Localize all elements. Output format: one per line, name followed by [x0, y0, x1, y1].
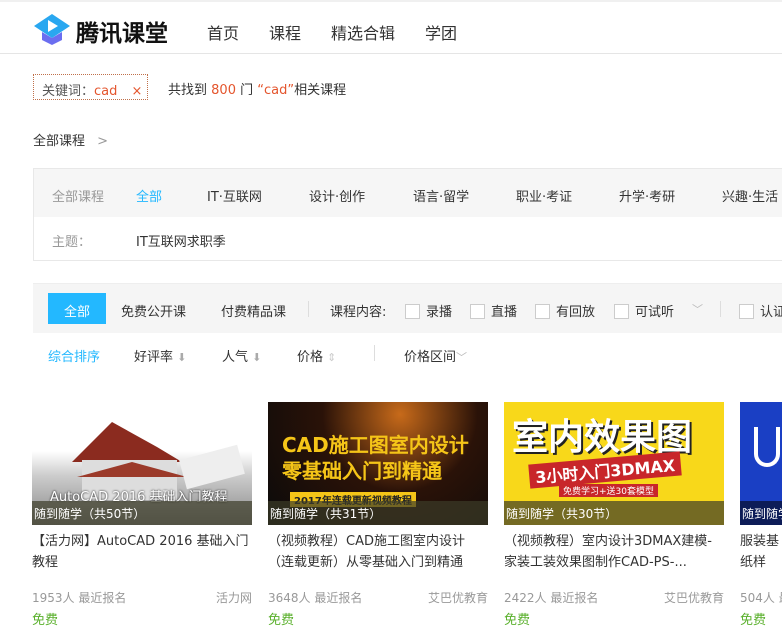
breadcrumb-all[interactable]: 全部课程: [33, 134, 85, 149]
chevron-down-icon: ﹀: [456, 351, 468, 364]
course-title[interactable]: （视频教程）CAD施工图室内设计（连载更新）从零基础入门到精通: [268, 531, 488, 575]
checkbox-live[interactable]: 直播: [470, 301, 517, 320]
keyword-value: cad: [94, 84, 118, 99]
course-org[interactable]: 艾巴优教育: [664, 589, 724, 606]
header: 腾讯课堂 首页 课程 精选合辑 学团: [0, 0, 782, 54]
lesson-badge: 随到随学（共31节）: [268, 501, 488, 525]
arrow-down-icon: ⬇: [252, 351, 262, 364]
course-thumbnail[interactable]: 室内效果图 3小时入门3DMAX 免费学习+送30套模型 随到随学（共30节）: [504, 402, 724, 525]
breadcrumb-sep: >: [97, 134, 109, 149]
thumbnail-text: CAD施工图室内设计 零基础入门到精通: [282, 433, 469, 483]
result-suffix: 相关课程: [294, 83, 347, 98]
sort-default[interactable]: 综合排序: [48, 346, 100, 365]
result-count: 800: [211, 83, 236, 98]
course-title[interactable]: 服装基纸样CA: [740, 531, 782, 575]
course-title[interactable]: （视频教程）室内设计3DMAX建模-家装工装效果图制作CAD-PS-...: [504, 531, 724, 575]
nav-home[interactable]: 首页: [207, 20, 239, 44]
course-price: 免费: [740, 613, 767, 628]
course-price: 免费: [268, 613, 295, 628]
divider: [374, 345, 375, 361]
arrow-down-icon: ⬇: [177, 351, 187, 364]
course-thumbnail[interactable]: CAD施工图室内设计 零基础入门到精通 2017年连载更新视频教程 随到随学（共…: [268, 402, 488, 525]
course-org[interactable]: 活力网: [216, 589, 252, 606]
category-it[interactable]: IT·互联网: [207, 186, 262, 205]
sort-popularity[interactable]: 人气 ⬇: [222, 346, 261, 365]
enrolled-count: 504人 最: [740, 591, 782, 605]
divider: [308, 301, 309, 317]
sort-price[interactable]: 价格 ⇕: [297, 346, 336, 365]
course-title[interactable]: 【活力网】AutoCAD 2016 基础入门教程: [32, 531, 252, 575]
thumbnail-promo: 免费学习+送30套模型: [559, 484, 658, 497]
topic-it-jobs[interactable]: IT互联网求职季: [136, 231, 226, 250]
result-summary: 共找到 800 门 “cad”相关课程: [168, 79, 346, 98]
lesson-badge: 随到随学: [740, 501, 782, 525]
nav-collections[interactable]: 精选合辑: [331, 20, 395, 44]
checkbox-trial[interactable]: 可试听: [614, 301, 674, 320]
course-card[interactable]: 随到随学 服装基纸样CA 504人 最 免费: [740, 402, 782, 628]
keyword-label: 关键词：: [42, 84, 95, 99]
course-thumbnail[interactable]: 随到随学: [740, 402, 782, 525]
price-range-dropdown[interactable]: 价格区间﹀: [404, 346, 467, 365]
category-label: 全部课程: [52, 190, 105, 205]
keyword-tag: 关键词：cad ×: [33, 74, 148, 100]
content-label: 课程内容:: [330, 305, 387, 320]
enrolled-count: 3648人 最近报名: [268, 591, 363, 605]
topic-label: 主题：: [52, 235, 92, 250]
course-price: 免费: [504, 613, 531, 628]
course-card[interactable]: CAD施工图室内设计 零基础入门到精通 2017年连载更新视频教程 随到随学（共…: [268, 402, 488, 628]
course-price: 免费: [32, 613, 59, 628]
course-card[interactable]: AutoCAD 2016 基础入门教程 随到随学（共50节） 【活力网】Auto…: [32, 402, 252, 628]
category-all[interactable]: 全部: [136, 186, 162, 205]
checkbox-recorded[interactable]: 录播: [405, 301, 452, 320]
lesson-badge: 随到随学（共30节）: [504, 501, 724, 525]
divider: [720, 301, 721, 317]
filter-all-button[interactable]: 全部: [48, 293, 106, 324]
filter-bar: 全部 免费公开课 付费精品课 课程内容: 录播 直播 有回放 可试听 ﹀ 认证: [33, 283, 782, 333]
checkbox-replay[interactable]: 有回放: [535, 301, 595, 320]
category-hobby[interactable]: 兴趣·生活: [722, 186, 778, 205]
enrolled-count: 1953人 最近报名: [32, 591, 127, 605]
filter-free[interactable]: 免费公开课: [121, 301, 186, 320]
course-card[interactable]: 室内效果图 3小时入门3DMAX 免费学习+送30套模型 随到随学（共30节） …: [504, 402, 724, 628]
course-thumbnail[interactable]: AutoCAD 2016 基础入门教程 随到随学（共50节）: [32, 402, 252, 525]
result-mid: 门: [240, 83, 254, 98]
category-design[interactable]: 设计·创作: [309, 186, 365, 205]
filter-paid[interactable]: 付费精品课: [221, 301, 286, 320]
result-keyword: “cad”: [257, 83, 295, 98]
category-language[interactable]: 语言·留学: [413, 186, 469, 205]
close-icon[interactable]: ×: [132, 84, 143, 99]
checkbox-certified[interactable]: 认证: [739, 301, 782, 320]
sort-updown-icon: ⇕: [327, 351, 337, 364]
sort-rating[interactable]: 好评率 ⬇: [134, 346, 186, 365]
enrolled-count: 2422人 最近报名: [504, 591, 599, 605]
category-exam[interactable]: 升学·考研: [619, 186, 675, 205]
category-career[interactable]: 职业·考证: [516, 186, 572, 205]
chevron-down-icon[interactable]: ﹀: [692, 301, 703, 317]
breadcrumb: 全部课程 >: [33, 130, 108, 149]
result-prefix: 共找到: [168, 83, 208, 98]
nav-groups[interactable]: 学团: [425, 20, 457, 44]
course-org[interactable]: 艾巴优教育: [428, 589, 488, 606]
category-panel: 全部课程 全部 IT·互联网 设计·创作 语言·留学 职业·考证 升学·考研 兴…: [33, 168, 782, 261]
nav-courses[interactable]: 课程: [269, 20, 301, 44]
lesson-badge: 随到随学（共50节）: [32, 501, 252, 525]
logo-icon[interactable]: [33, 12, 71, 46]
logo-text[interactable]: 腾讯课堂: [76, 14, 168, 48]
